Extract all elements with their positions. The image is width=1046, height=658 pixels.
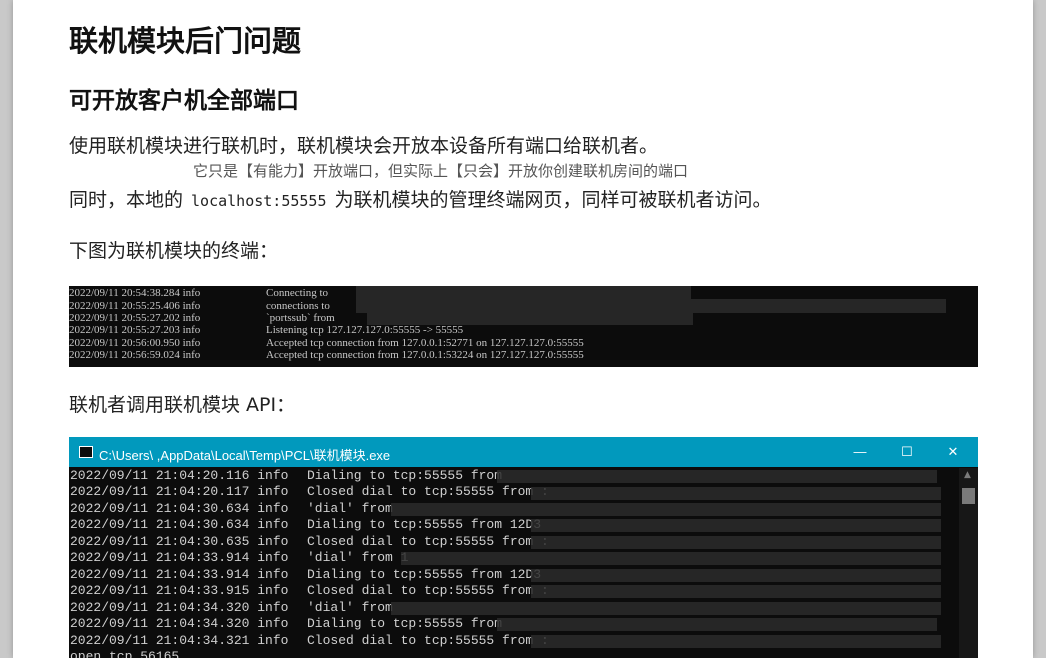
redaction-blur [531, 536, 941, 549]
close-button[interactable]: ✕ [941, 442, 965, 462]
redaction-blur [497, 470, 937, 483]
scroll-up-icon[interactable]: ▲ [964, 470, 971, 480]
log-time: 2022/09/11 21:04:20.117 info [70, 484, 289, 499]
document-page: 联机模块后门问题 可开放客户机全部端口 使用联机模块进行联机时，联机模块会开放本… [13, 0, 1033, 658]
vertical-scrollbar[interactable]: ▲ [959, 468, 978, 658]
console-output: 2022/09/11 21:04:20.116 info Dialing to t… [69, 468, 959, 658]
console-app-icon [79, 446, 93, 458]
log-message: Listening tcp 127.127.127.0:55555 -> 555… [266, 324, 464, 336]
maximize-button[interactable]: ☐ [895, 442, 919, 462]
log-time: 2022/09/11 21:04:30.635 info [70, 534, 289, 549]
log-time: 2022/09/11 20:54:38.284 info [69, 287, 201, 299]
redaction-blur [401, 552, 941, 565]
log-message: Closed dial to tcp:55555 from : [307, 633, 549, 648]
redaction-blur [391, 503, 941, 516]
paragraph-localhost: 同时，本地的 localhost:55555 为联机模块的管理终端网页，同样可被联机… [69, 185, 772, 212]
log-message: Dialing to tcp:55555 from 12D3 [307, 567, 542, 582]
log-time: 2022/09/11 21:04:30.634 info [70, 501, 289, 516]
minimize-button[interactable]: — [848, 442, 872, 462]
window-title: C:\Users\ ,AppData\Local\Temp\PCL\联机模块.e… [99, 448, 391, 463]
log-message: Connecting to [266, 287, 329, 299]
scrollbar-thumb[interactable] [962, 488, 975, 504]
log-message: 'dial' from [307, 600, 393, 615]
caption-terminal: 下图为联机模块的终端： [69, 240, 279, 262]
redaction-blur [497, 618, 937, 631]
log-time: open tcp 56165 [70, 649, 180, 658]
paragraph-localhost-after: 为联机模块的管理终端网页，同样可被联机者访问。 [334, 189, 772, 211]
log-message: 'dial' from [307, 501, 393, 516]
window-titlebar[interactable]: C:\Users\ ,AppData\Local\Temp\PCL\联机模块.e… [69, 437, 978, 467]
redaction-blur [531, 585, 941, 598]
log-time: 2022/09/11 21:04:30.634 info [70, 517, 289, 532]
log-time: 2022/09/11 21:04:33.914 info [70, 567, 289, 582]
redaction-mask [356, 286, 691, 299]
log-message: Closed dial to tcp:55555 from : [307, 534, 549, 549]
log-time: 2022/09/11 21:04:33.914 info [70, 550, 289, 565]
console-window[interactable]: C:\Users\ ,AppData\Local\Temp\PCL\联机模块.e… [69, 437, 978, 658]
redaction-blur [531, 487, 941, 500]
redaction-blur [391, 602, 941, 615]
redaction-mask [367, 312, 693, 325]
inline-code-localhost: localhost:55555 [191, 192, 327, 210]
redaction-blur [531, 569, 941, 582]
side-note: 它只是【有能力】开放端口，但实际上【只会】开放你创建联机房间的端口 [193, 162, 689, 180]
caption-api: 联机者调用联机模块 API： [69, 394, 296, 416]
log-time: 2022/09/11 21:04:34.321 info [70, 633, 289, 648]
log-time: 2022/09/11 21:04:34.320 info [70, 600, 289, 615]
paragraph-localhost-before: 同时，本地的 [69, 189, 184, 211]
log-message: Dialing to tcp:55555 from [307, 468, 503, 483]
redaction-blur [531, 519, 941, 532]
log-time: 2022/09/11 21:04:34.320 info [70, 616, 289, 631]
section-heading: 可开放客户机全部端口 [69, 88, 299, 114]
redaction-blur [531, 635, 941, 648]
terminal-screenshot: 2022/09/11 20:54:38.284 info Connecting t… [69, 286, 978, 367]
log-message: Closed dial to tcp:55555 from : [307, 583, 549, 598]
log-message: 'dial' from 1 [307, 550, 409, 565]
redaction-mask [356, 299, 946, 313]
log-message: Closed dial to tcp:55555 from : [307, 484, 549, 499]
log-time: 2022/09/11 21:04:33.915 info [70, 583, 289, 598]
log-message: Dialing to tcp:55555 from [307, 616, 503, 631]
paragraph-ports: 使用联机模块进行联机时，联机模块会开放本设备所有端口给联机者。 [69, 135, 659, 157]
log-message: Dialing to tcp:55555 from 12D3 [307, 517, 542, 532]
log-time: 2022/09/11 20:55:27.203 info [69, 324, 201, 336]
log-message: Accepted tcp connection from 127.0.0.1:5… [266, 349, 584, 361]
log-time: 2022/09/11 20:56:59.024 info [69, 349, 201, 361]
log-time: 2022/09/11 21:04:20.116 info [70, 468, 289, 483]
page-title: 联机模块后门问题 [69, 24, 302, 58]
